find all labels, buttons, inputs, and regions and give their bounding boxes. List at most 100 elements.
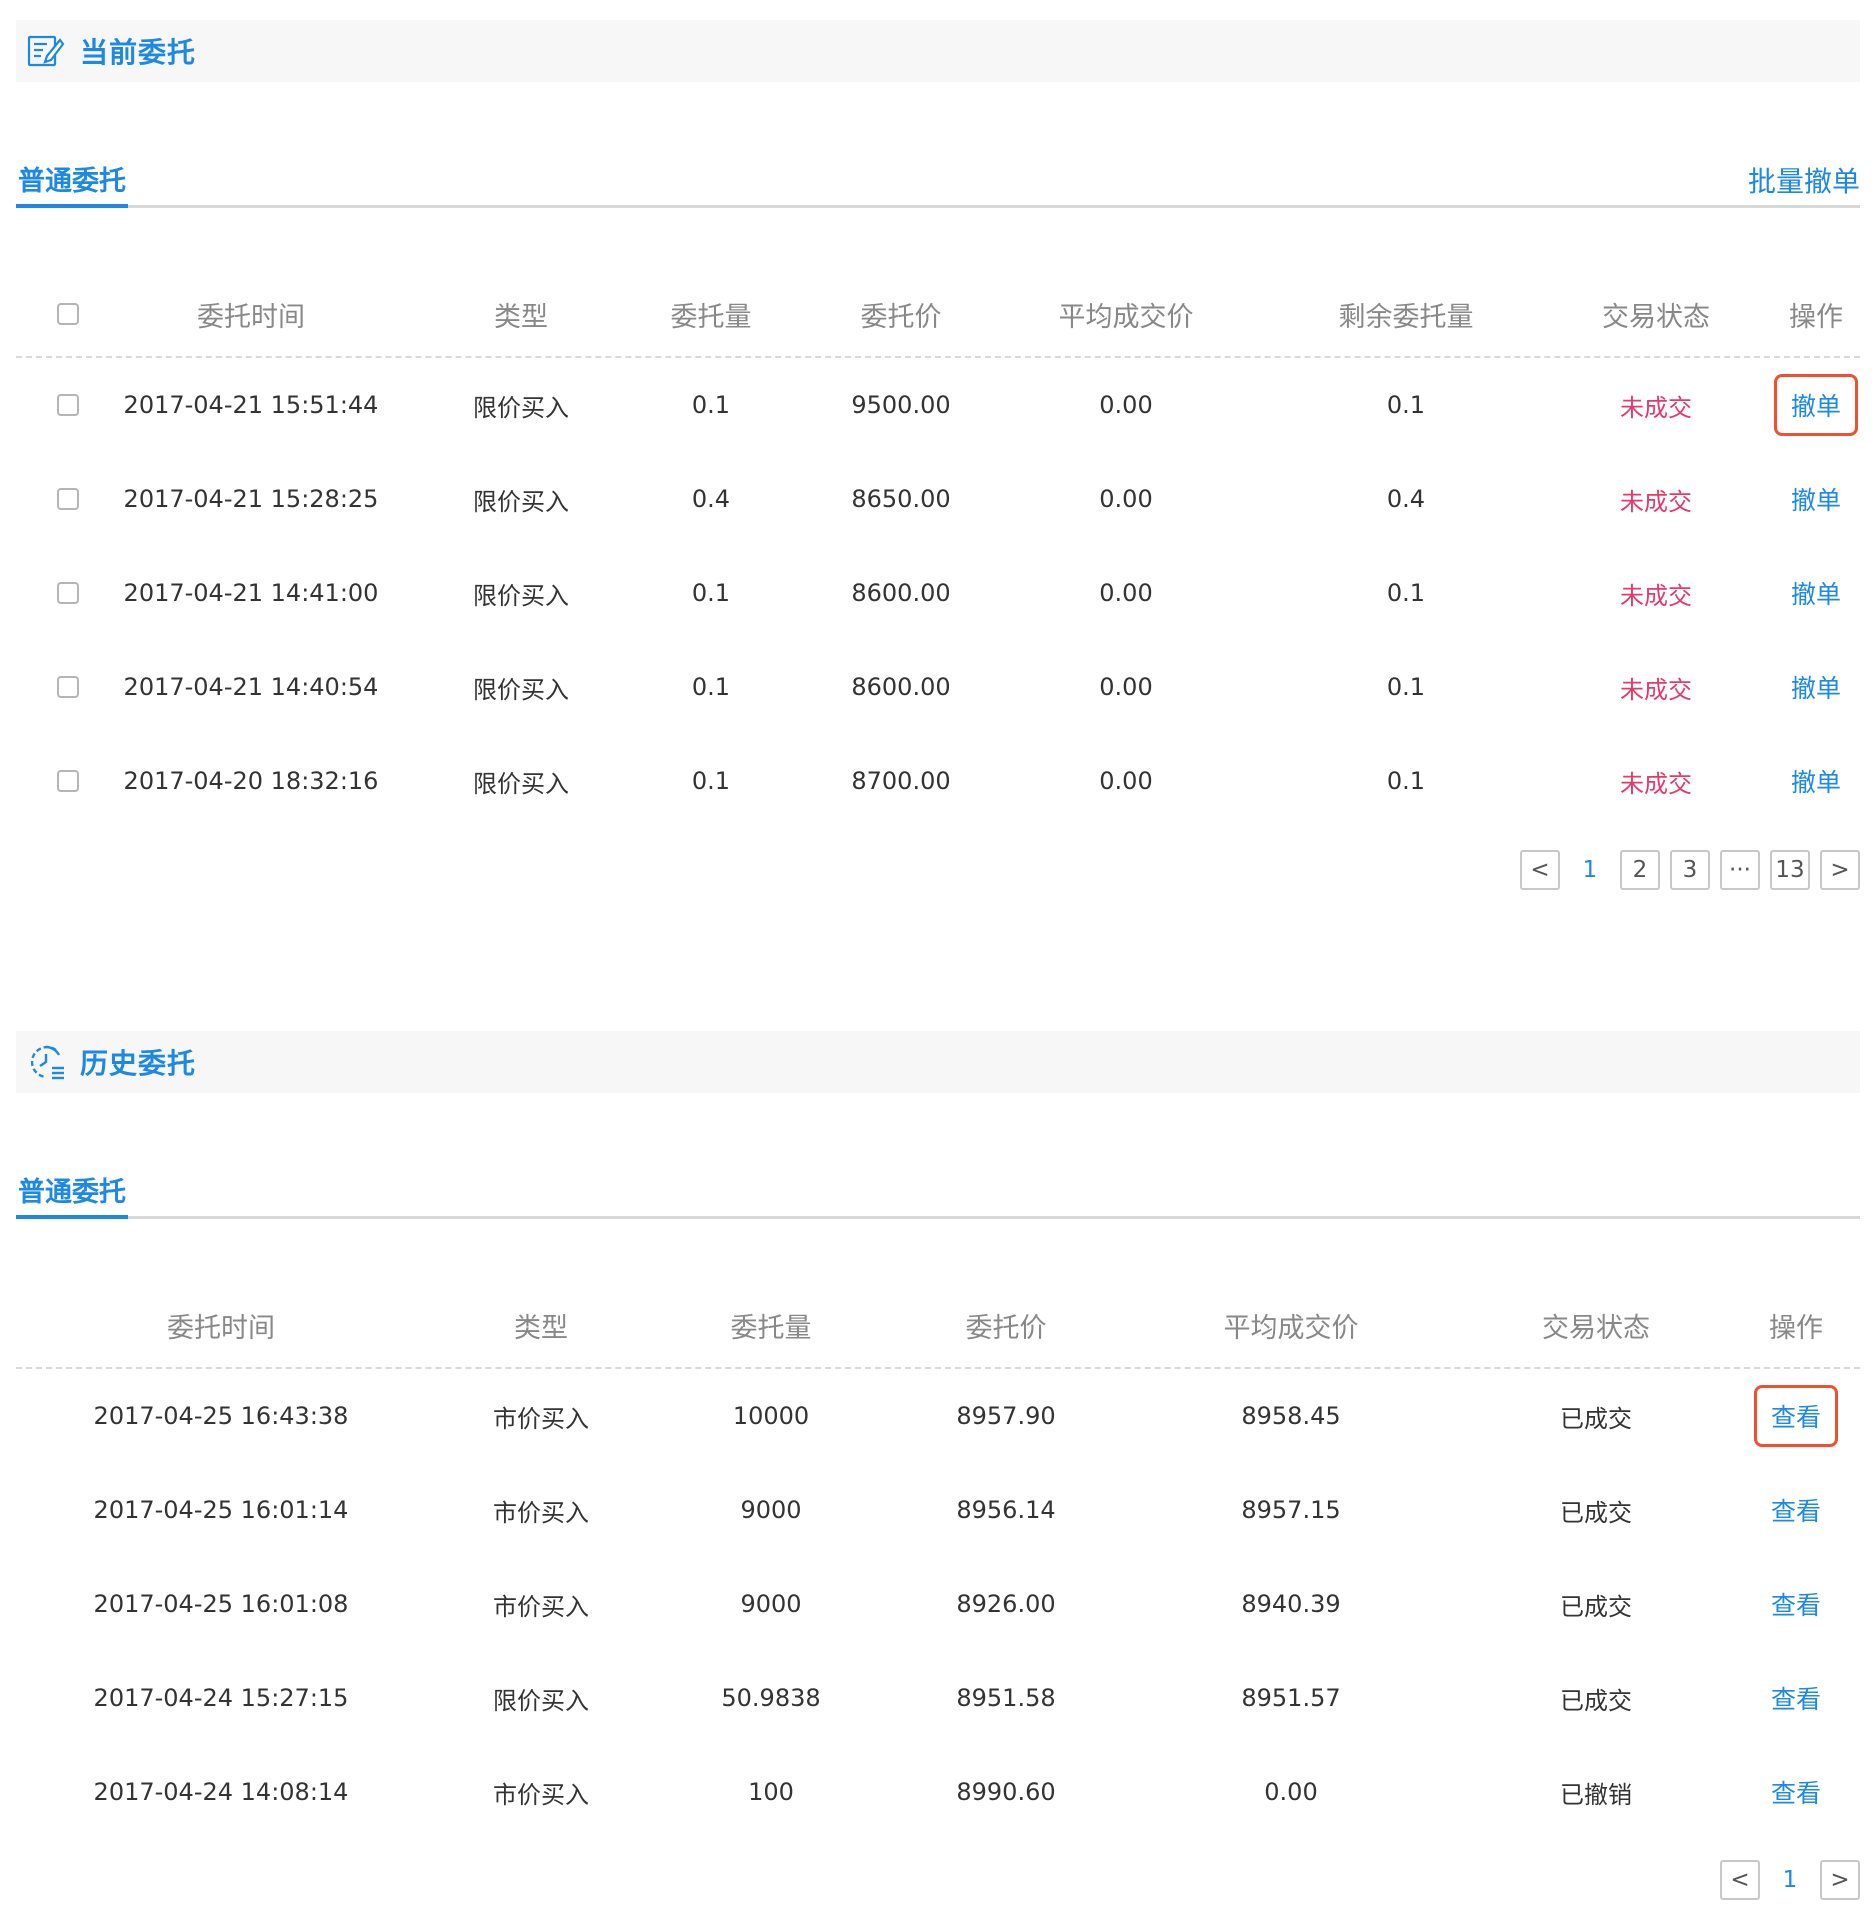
table-row: 2017-04-21 14:41:00 限价买入 0.1 8600.00 0.0… [16,546,1860,640]
order-remaining: 0.1 [1386,391,1426,419]
page-13-button[interactable]: 13 [1770,850,1810,890]
order-avg-price: 0.00 [1099,579,1153,607]
header-qty: 委托量 [730,1312,812,1344]
row-select-cell [52,546,84,640]
row-checkbox[interactable] [57,394,79,416]
row-select-cell [52,358,84,452]
current-orders-title: 当前委托 [80,36,197,69]
order-price: 8956.14 [956,1496,1056,1524]
current-orders-header: 当前委托 [16,20,1860,82]
table-row: 2017-04-25 16:01:14 市价买入 9000 8956.14 89… [16,1463,1860,1557]
order-remaining: 0.1 [1386,673,1426,701]
table-row: 2017-04-21 14:40:54 限价买入 0.1 8600.00 0.0… [16,640,1860,734]
page-2-button[interactable]: 2 [1620,850,1660,890]
page-1-button[interactable]: 1 [1570,850,1610,890]
prev-page-button[interactable]: < [1720,1860,1760,1900]
action-cell: 查看 [1736,1745,1856,1839]
order-time: 2017-04-24 15:27:15 [93,1684,349,1712]
tab-normal-orders[interactable]: 普通委托 [16,152,128,208]
status-badge: 已成交 [1560,1404,1632,1433]
header-qty: 委托量 [670,301,752,333]
table-row: 2017-04-24 14:08:14 市价买入 100 8990.60 0.0… [16,1745,1860,1839]
row-checkbox[interactable] [57,676,79,698]
order-price: 9500.00 [851,391,951,419]
order-qty: 9000 [740,1496,802,1524]
order-type: 限价买入 [473,769,569,798]
order-type: 限价买入 [493,1686,589,1715]
view-order-button[interactable]: 查看 [1771,1680,1821,1716]
cancel-order-button[interactable]: 撤单 [1791,575,1841,611]
header-time: 委托时间 [197,301,305,333]
prev-page-button[interactable]: < [1520,850,1560,890]
cancel-order-button[interactable]: 撤单 [1791,481,1841,517]
order-time: 2017-04-24 14:08:14 [93,1778,349,1806]
order-price: 8700.00 [851,767,951,795]
cancel-order-button[interactable]: 撤单 [1791,669,1841,705]
history-pagination: < 1 > [1720,1860,1860,1900]
batch-cancel-button[interactable]: 批量撤单 [1748,160,1860,200]
row-checkbox[interactable] [57,582,79,604]
order-time: 2017-04-21 15:51:44 [123,391,379,419]
order-price: 8926.00 [956,1590,1056,1618]
next-page-button[interactable]: > [1820,1860,1860,1900]
order-qty: 0.1 [691,391,731,419]
view-order-button[interactable]: 查看 [1753,1385,1838,1447]
action-cell: 撤单 [1751,640,1876,734]
action-cell: 撤单 [1751,358,1876,452]
order-qty: 0.1 [691,767,731,795]
row-select-cell [52,452,84,546]
order-qty: 50.9838 [721,1684,821,1712]
row-checkbox[interactable] [57,488,79,510]
tab-normal-orders[interactable]: 普通委托 [16,1163,128,1219]
order-type: 限价买入 [473,675,569,704]
cancel-order-button[interactable]: 撤单 [1773,374,1858,436]
order-price: 8990.60 [956,1778,1056,1806]
history-tabbar: 普通委托 [16,1163,1860,1219]
table-row: 2017-04-20 18:32:16 限价买入 0.1 8700.00 0.0… [16,734,1860,828]
cancel-order-button[interactable]: 撤单 [1791,763,1841,799]
order-price: 8600.00 [851,579,951,607]
header-time: 委托时间 [167,1312,275,1344]
order-price: 8957.90 [956,1402,1056,1430]
header-type: 类型 [514,1312,568,1344]
view-order-button[interactable]: 查看 [1771,1492,1821,1528]
order-price: 8600.00 [851,673,951,701]
header-avg-price: 平均成交价 [1058,301,1194,333]
status-badge: 已撤销 [1560,1780,1632,1809]
header-remaining: 剩余委托量 [1338,301,1474,333]
view-order-button[interactable]: 查看 [1771,1586,1821,1622]
order-remaining: 0.4 [1386,485,1426,513]
order-type: 限价买入 [473,581,569,610]
row-checkbox[interactable] [57,770,79,792]
history-clock-icon [26,1042,66,1082]
order-time: 2017-04-25 16:01:14 [93,1496,349,1524]
order-avg-price: 8940.39 [1241,1590,1341,1618]
page-1-button[interactable]: 1 [1770,1860,1810,1900]
select-all-checkbox[interactable] [57,303,79,325]
view-order-button[interactable]: 查看 [1771,1774,1821,1810]
history-orders-title: 历史委托 [80,1047,197,1080]
next-page-button[interactable]: > [1820,850,1860,890]
order-qty: 0.1 [691,673,731,701]
action-cell: 撤单 [1751,546,1876,640]
status-badge: 已成交 [1560,1686,1632,1715]
history-orders-table: 委托时间 类型 委托量 委托价 平均成交价 交易状态 操作 2017-04-25… [16,1283,1860,1839]
order-type: 市价买入 [493,1780,589,1809]
page-3-button[interactable]: 3 [1670,850,1710,890]
current-orders-table: 委托时间 类型 委托量 委托价 平均成交价 剩余委托量 交易状态 操作 2017… [16,272,1860,828]
table-row: 2017-04-21 15:28:25 限价买入 0.4 8650.00 0.0… [16,452,1860,546]
order-qty: 0.1 [691,579,731,607]
order-remaining: 0.1 [1386,579,1426,607]
current-pagination: < 1 2 3 ··· 13 > [1520,850,1860,890]
page-ellipsis-button[interactable]: ··· [1720,850,1760,890]
row-select-cell [52,640,84,734]
order-qty: 9000 [740,1590,802,1618]
header-price: 委托价 [860,301,942,333]
order-avg-price: 8951.57 [1241,1684,1341,1712]
status-badge: 已成交 [1560,1498,1632,1527]
action-cell: 查看 [1736,1557,1856,1651]
order-remaining: 0.1 [1386,767,1426,795]
order-avg-price: 0.00 [1099,673,1153,701]
status-badge: 未成交 [1620,393,1692,422]
order-type: 市价买入 [493,1498,589,1527]
